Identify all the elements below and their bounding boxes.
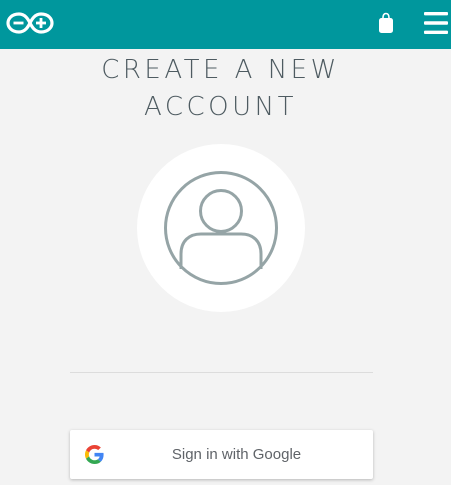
page-title-line1: CREATE A NEW: [101, 55, 340, 85]
google-g-icon: [85, 445, 104, 464]
shopping-bag-icon[interactable]: [378, 12, 394, 34]
hamburger-menu-icon[interactable]: [423, 10, 449, 36]
avatar: [137, 144, 305, 312]
google-signin-label: Sign in with Google: [171, 446, 302, 463]
arduino-logo-icon[interactable]: [6, 11, 54, 35]
section-divider: [70, 372, 373, 373]
page-title-line2: ACCOUNT: [144, 92, 297, 122]
top-header-bar: [0, 0, 451, 49]
google-signin-button[interactable]: Sign in with Google: [70, 430, 373, 479]
page-title: CREATE A NEW ACCOUNT: [0, 52, 441, 126]
user-avatar-icon: [164, 171, 278, 285]
